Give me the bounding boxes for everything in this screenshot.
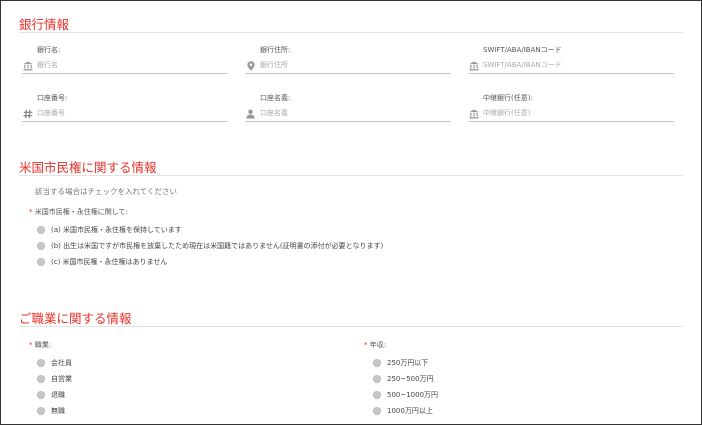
account-number-label: 口座番号: bbox=[37, 94, 68, 102]
income-option-label: 1000万円以上 bbox=[387, 407, 433, 415]
form-page: 銀行情報 銀行名: 銀行住所: SWIFT/ABA/IBANコード 口座 bbox=[0, 0, 702, 425]
job-option-label: 会社員 bbox=[51, 359, 72, 367]
job-question: * 職業: bbox=[29, 340, 51, 350]
radio-button[interactable] bbox=[373, 375, 381, 383]
job-option-unemployed[interactable]: 無職 bbox=[37, 406, 65, 416]
income-label: 年収: bbox=[369, 341, 387, 349]
required-mark: * bbox=[29, 208, 33, 216]
required-mark: * bbox=[364, 341, 368, 349]
income-option-label: 250万円以下 bbox=[387, 359, 429, 367]
bank-address-label: 銀行住所: bbox=[260, 46, 291, 54]
job-option-label: 自営業 bbox=[51, 375, 72, 383]
hash-icon bbox=[22, 108, 33, 119]
radio-button[interactable] bbox=[37, 407, 45, 415]
citizenship-question: * 米国市民権・永住権に関して: bbox=[29, 207, 128, 217]
citizenship-option-label: (c) 米国市民権・永住権はありません bbox=[51, 258, 168, 266]
occupation-section-title: ご職業に関する情報 bbox=[19, 311, 132, 326]
radio-button[interactable] bbox=[373, 407, 381, 415]
account-number-field: 口座番号: bbox=[22, 93, 228, 122]
radio-button[interactable] bbox=[373, 359, 381, 367]
radio-button[interactable] bbox=[37, 226, 45, 234]
radio-button[interactable] bbox=[37, 258, 45, 266]
required-mark: * bbox=[29, 341, 33, 349]
intermediary-bank-label: 中継銀行(任意): bbox=[483, 94, 533, 102]
bank-name-field: 銀行名: bbox=[22, 45, 228, 74]
bank-address-field: 銀行住所: bbox=[245, 45, 451, 74]
job-option-label: 無職 bbox=[51, 407, 65, 415]
citizenship-question-label: 米国市民権・永住権に関して: bbox=[34, 208, 128, 216]
map-marker-icon bbox=[245, 60, 256, 71]
citizenship-section-divider bbox=[19, 175, 683, 176]
radio-button[interactable] bbox=[37, 242, 45, 250]
account-holder-field: 口座名義: bbox=[245, 93, 451, 122]
income-option-1[interactable]: 250万円以下 bbox=[373, 358, 428, 368]
account-number-input[interactable] bbox=[37, 106, 225, 120]
intermediary-bank-input[interactable] bbox=[483, 106, 671, 120]
income-option-label: 500~1000万円 bbox=[387, 391, 439, 399]
income-option-label: 250~500万円 bbox=[387, 375, 434, 383]
citizenship-option-label: (b) 出生は米国ですが市民権を放棄したため現在は米国籍ではありません(証明書の… bbox=[51, 242, 384, 250]
bank-name-label: 銀行名: bbox=[37, 46, 61, 54]
bank-name-input[interactable] bbox=[37, 58, 225, 72]
account-holder-input[interactable] bbox=[260, 106, 448, 120]
bank-address-input[interactable] bbox=[260, 58, 448, 72]
intermediary-bank-field: 中継銀行(任意): bbox=[468, 93, 674, 122]
income-option-2[interactable]: 250~500万円 bbox=[373, 374, 434, 384]
radio-button[interactable] bbox=[37, 375, 45, 383]
account-holder-label: 口座名義: bbox=[260, 94, 291, 102]
citizenship-option-c[interactable]: (c) 米国市民権・永住権はありません bbox=[37, 257, 167, 267]
bank-icon bbox=[22, 60, 33, 71]
citizenship-option-a[interactable]: (a) 米国市民権・永住権を保持しています bbox=[37, 225, 182, 235]
job-option-self-employed[interactable]: 自営業 bbox=[37, 374, 72, 384]
bank-icon bbox=[468, 60, 479, 71]
bank-icon bbox=[468, 108, 479, 119]
bank-section-title: 銀行情報 bbox=[19, 17, 70, 32]
swift-code-input[interactable] bbox=[483, 58, 671, 72]
bank-section-divider bbox=[19, 32, 683, 33]
income-question: * 年収: bbox=[364, 340, 386, 350]
citizenship-option-label: (a) 米国市民権・永住権を保持しています bbox=[51, 226, 182, 234]
income-option-3[interactable]: 500~1000万円 bbox=[373, 390, 438, 400]
job-option-employee[interactable]: 会社員 bbox=[37, 358, 72, 368]
radio-button[interactable] bbox=[373, 391, 381, 399]
radio-button[interactable] bbox=[37, 391, 45, 399]
swift-code-field: SWIFT/ABA/IBANコード bbox=[468, 45, 674, 74]
citizenship-note: 該当する場合はチェックを入れてください bbox=[35, 187, 178, 196]
swift-code-label: SWIFT/ABA/IBANコード bbox=[483, 46, 562, 54]
job-option-retired[interactable]: 退職 bbox=[37, 390, 65, 400]
radio-button[interactable] bbox=[37, 359, 45, 367]
job-label: 職業: bbox=[34, 341, 52, 349]
user-icon bbox=[245, 108, 256, 119]
job-option-label: 退職 bbox=[51, 391, 65, 399]
citizenship-section-title: 米国市民権に関する情報 bbox=[19, 160, 157, 175]
citizenship-option-b[interactable]: (b) 出生は米国ですが市民権を放棄したため現在は米国籍ではありません(証明書の… bbox=[37, 241, 383, 251]
income-option-4[interactable]: 1000万円以上 bbox=[373, 406, 433, 416]
occupation-section-divider bbox=[19, 326, 683, 327]
